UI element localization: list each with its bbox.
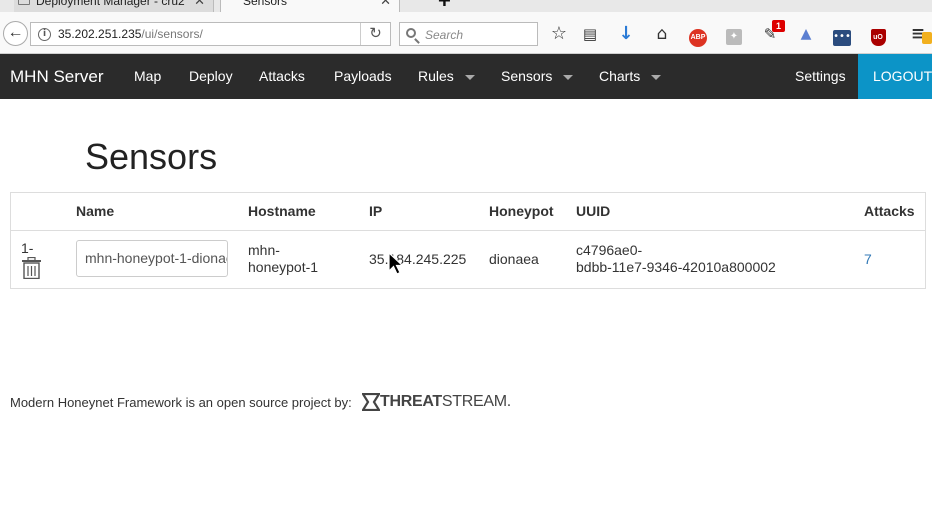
search-placeholder: Search — [425, 28, 464, 42]
download-icon[interactable]: ↓ — [614, 22, 638, 46]
back-arrow-icon[interactable]: ← — [3, 21, 28, 46]
reader-icon[interactable]: ▤ — [578, 22, 602, 46]
column-header-honeypot: Honeypot — [489, 203, 554, 219]
header-divider — [11, 230, 925, 231]
new-tab-button[interactable]: + — [438, 0, 451, 12]
attacks-count-link[interactable]: 7 — [864, 251, 872, 267]
nav-label: Charts — [599, 68, 641, 84]
nav-label: Attacks — [259, 68, 305, 84]
extension-badge: 1 — [772, 20, 785, 32]
nav-deploy[interactable]: Deploy — [189, 54, 233, 99]
extension-icon[interactable]: ••• — [830, 22, 854, 46]
logout-button[interactable]: LOGOUT — [858, 54, 932, 99]
close-icon[interactable]: ✕ — [194, 0, 205, 8]
uuid-line: bdbb-11e7-9346-42010a800002 — [576, 259, 776, 275]
url-path: /ui/sensors/ — [141, 27, 203, 41]
threatstream-mark-icon — [362, 393, 380, 411]
ip-cell: 35.184.245.225 — [369, 251, 467, 267]
url-host: 35.202.251.235 — [58, 27, 142, 41]
tab-title: Sensors — [243, 0, 288, 8]
ublock-icon[interactable]: uO — [866, 22, 890, 46]
extension-icon[interactable]: ▲ — [794, 22, 818, 46]
nav-map[interactable]: Map — [134, 54, 161, 99]
nav-settings[interactable]: Settings — [795, 54, 846, 99]
caret-down-icon — [464, 74, 475, 80]
browser-toolbar: ← i 35.202.251.235/ui/sensors/ ↻ Search … — [0, 12, 932, 54]
hostname-cell: mhn- honeypot-1 — [248, 242, 318, 276]
close-icon[interactable]: ✕ — [380, 0, 391, 8]
uuid-line: c4796ae0- — [576, 242, 643, 258]
search-icon — [406, 28, 416, 38]
column-header-ip: IP — [369, 203, 383, 219]
star-icon[interactable]: ☆ — [547, 22, 571, 46]
logo-text: THREATSTREAM. — [380, 393, 511, 410]
sensor-name-input[interactable]: mhn-honeypot-1-dionaea — [76, 240, 228, 277]
app-navbar: MHN Server Map Deploy Attacks Payloads R… — [0, 54, 932, 99]
tab-title: Deployment Manager - cru2 — [36, 0, 185, 8]
column-header-hostname: Hostname — [248, 203, 316, 219]
uuid-cell: c4796ae0- bdbb-11e7-9346-42010a800002 — [576, 242, 776, 276]
info-icon[interactable]: i — [38, 28, 51, 41]
column-header-uuid: UUID — [576, 203, 611, 219]
browser-search-input[interactable]: Search — [399, 22, 538, 46]
browser-tab-sensors[interactable]: Sensors ✕ — [220, 0, 400, 12]
nav-label: Settings — [795, 68, 846, 84]
monitor-icon — [18, 0, 30, 5]
nav-rules[interactable]: Rules — [418, 54, 475, 99]
footer-text: Modern Honeynet Framework is an open sou… — [10, 395, 352, 410]
nav-label: Deploy — [189, 68, 233, 84]
nav-label: Map — [134, 68, 162, 84]
brand-logo[interactable]: MHN Server — [10, 54, 104, 99]
adblock-icon[interactable]: ABP — [686, 22, 710, 47]
sensors-table: Name Hostname IP Honeypot UUID Attacks 1… — [10, 192, 926, 289]
extension-icon[interactable]: ✦ — [722, 22, 746, 46]
update-badge-icon — [922, 32, 932, 44]
caret-down-icon — [651, 74, 662, 80]
nav-sensors[interactable]: Sensors — [501, 54, 574, 99]
nav-label: Sensors — [501, 68, 553, 84]
column-header-name: Name — [76, 203, 115, 219]
caret-down-icon — [563, 74, 574, 80]
browser-tab-strip: Deployment Manager - cru2 ✕ Sensors ✕ + — [0, 0, 932, 12]
hostname-line: honeypot-1 — [248, 259, 319, 275]
nav-payloads[interactable]: Payloads — [334, 54, 392, 99]
honeypot-cell: dionaea — [489, 251, 539, 267]
nav-charts[interactable]: Charts — [599, 54, 662, 99]
reload-icon[interactable]: ↻ — [360, 23, 390, 45]
nav-attacks[interactable]: Attacks — [259, 54, 305, 99]
page-title: Sensors — [85, 136, 218, 177]
hostname-line: mhn- — [248, 242, 280, 258]
column-header-attacks: Attacks — [864, 203, 915, 219]
mouse-cursor-icon — [388, 252, 404, 275]
browser-tab-deployment-manager[interactable]: Deployment Manager - cru2 ✕ — [14, 0, 214, 12]
home-icon[interactable]: ⌂ — [650, 22, 674, 46]
address-bar[interactable]: i 35.202.251.235/ui/sensors/ ↻ — [30, 22, 391, 46]
row-id: 1- — [21, 240, 34, 256]
nav-label: Rules — [418, 68, 454, 84]
attacks-cell: 7 — [864, 251, 872, 268]
nav-label: Payloads — [334, 68, 392, 84]
trash-icon[interactable] — [21, 257, 42, 279]
url-text[interactable]: 35.202.251.235/ui/sensors/ — [58, 27, 203, 41]
